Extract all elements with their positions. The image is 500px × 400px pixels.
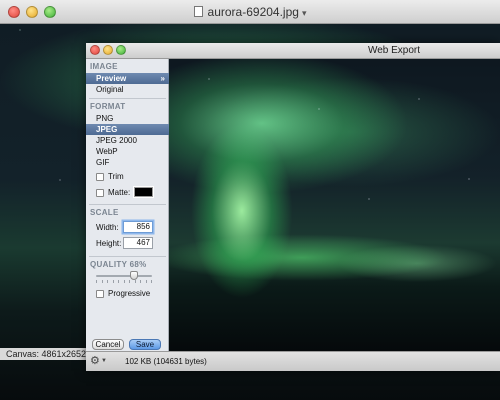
matte-color-well[interactable]: [133, 186, 154, 198]
matte-label: Matte:: [108, 188, 131, 197]
section-heading-quality: QUALITY 68%: [90, 260, 147, 269]
image-option-original[interactable]: Original: [86, 84, 169, 95]
window-title[interactable]: aurora-69204.jpg ▾: [0, 5, 500, 19]
dialog-close-button[interactable]: [90, 45, 100, 55]
canvas-size-status: Canvas: 4861x2652 px: [0, 348, 86, 360]
file-size-text: 102 KB (104631 bytes): [125, 357, 207, 366]
dialog-minimize-button[interactable]: [103, 45, 113, 55]
save-button[interactable]: Save: [129, 339, 161, 350]
section-heading-scale: SCALE: [90, 208, 119, 217]
export-options-sidebar: IMAGE Preview » Original FORMAT PNG JPEG…: [86, 59, 169, 351]
image-option-preview-label: Preview: [96, 74, 127, 83]
dialog-status-bar: ⚙ ▼ 102 KB (104631 bytes): [86, 351, 500, 371]
quality-slider-knob[interactable]: [130, 271, 139, 280]
format-option-png[interactable]: PNG: [86, 113, 169, 124]
height-label: Height:: [96, 239, 122, 248]
image-option-preview[interactable]: Preview »: [86, 73, 169, 84]
width-label: Width:: [96, 223, 119, 232]
main-window-titlebar: aurora-69204.jpg ▾: [0, 0, 500, 24]
progressive-checkbox[interactable]: [96, 290, 104, 298]
section-heading-format: FORMAT: [90, 102, 126, 111]
section-heading-image: IMAGE: [90, 62, 118, 71]
divider: [89, 204, 166, 205]
gear-icon[interactable]: ⚙: [90, 356, 100, 367]
progressive-label: Progressive: [108, 289, 151, 298]
format-option-gif[interactable]: GIF: [86, 157, 169, 168]
web-export-dialog: Web Export IMAGE Preview » Original FORM…: [86, 43, 500, 371]
divider: [89, 256, 166, 257]
cancel-button[interactable]: Cancel: [92, 339, 124, 350]
matte-checkbox[interactable]: [96, 189, 104, 197]
trim-label: Trim: [108, 172, 124, 181]
document-icon: [193, 6, 203, 17]
dialog-zoom-button[interactable]: [116, 45, 126, 55]
dialog-titlebar: Web Export: [86, 43, 500, 59]
dialog-title: Web Export: [367, 45, 420, 56]
format-option-jpeg-2000[interactable]: JPEG 2000: [86, 135, 169, 146]
format-option-jpeg[interactable]: JPEG: [86, 124, 169, 135]
export-preview-image[interactable]: [169, 59, 500, 351]
trim-checkbox[interactable]: [96, 173, 104, 181]
width-field[interactable]: 856: [123, 221, 153, 233]
quality-slider-track[interactable]: [96, 275, 152, 277]
format-option-webp[interactable]: WebP: [86, 146, 169, 157]
chevron-down-icon[interactable]: ▼: [101, 358, 107, 364]
height-field[interactable]: 467: [123, 237, 153, 249]
chevron-right-icon: »: [160, 74, 165, 83]
quality-slider-ticks: [96, 280, 152, 283]
chevron-down-icon: ▾: [301, 8, 307, 18]
window-title-text: aurora-69204.jpg: [207, 5, 299, 19]
divider: [89, 98, 166, 99]
